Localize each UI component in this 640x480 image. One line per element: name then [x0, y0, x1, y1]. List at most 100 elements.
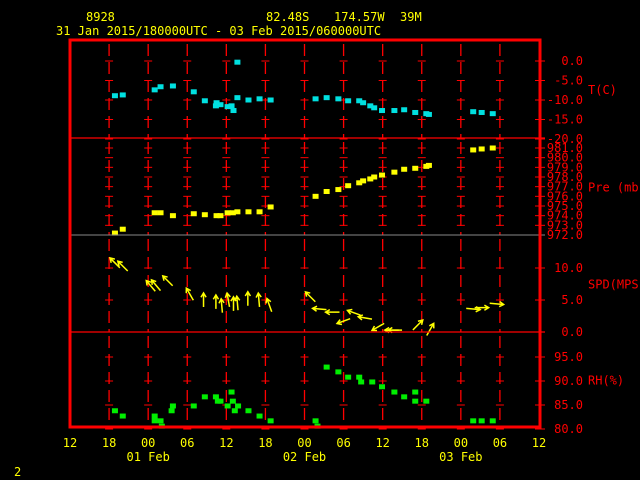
time-period: 31 Jan 2015/180000UTC - 03 Feb 2015/0600…	[56, 24, 381, 38]
humidity-point	[312, 418, 319, 424]
wind-arrow-shaft	[244, 290, 252, 306]
humidity-point	[151, 413, 158, 419]
temperature-point	[478, 109, 485, 115]
y-tick-label: -15.0	[547, 113, 583, 127]
humidity-point	[323, 364, 330, 370]
wind-arrow-shaft	[311, 305, 327, 312]
humidity-point	[201, 394, 208, 400]
wind-arrow	[161, 274, 174, 287]
temperature-point	[256, 96, 263, 102]
y-axis-label-temperature: T(C)	[588, 83, 617, 97]
temperature-point	[412, 109, 419, 115]
wind-arrow-shaft	[116, 260, 129, 272]
humidity-point	[478, 418, 485, 424]
wind-arrow	[426, 322, 435, 336]
wind-arrow	[116, 260, 129, 272]
wind-arrow-shaft	[426, 322, 435, 336]
x-tick-label: 06	[336, 436, 350, 450]
wind-arrow-shaft	[324, 308, 340, 316]
page-number: 2	[14, 465, 21, 479]
station-timeseries-chart: 8928 82.48S 174.57W 39M 31 Jan 2015/1800…	[14, 10, 640, 479]
humidity-point	[470, 418, 477, 424]
temperature-point	[190, 89, 197, 95]
y-tick-label: 0.0	[561, 325, 583, 339]
pressure-point	[224, 210, 231, 216]
humidity-point	[111, 408, 118, 414]
humidity-point	[391, 389, 398, 395]
temperature-point	[201, 98, 208, 104]
temperature-point	[111, 93, 118, 99]
humidity-point	[345, 374, 352, 380]
pressure-point	[425, 162, 432, 168]
x-tick-label: 18	[258, 436, 272, 450]
pressure-point	[169, 213, 176, 219]
pressure-point	[157, 210, 164, 216]
wind-arrow	[200, 291, 207, 307]
x-tick-label: 12	[375, 436, 389, 450]
pressure-point	[345, 183, 352, 189]
temperature-point	[169, 83, 176, 89]
humidity-point	[423, 398, 430, 404]
temperature-point	[267, 97, 274, 103]
x-tick-label: 12	[219, 436, 233, 450]
longitude: 174.57W	[334, 10, 385, 24]
temperature-point	[228, 103, 235, 109]
wind-arrow	[255, 291, 262, 308]
y-axis-label-pressure: Pre (mb)	[588, 181, 640, 195]
wind-arrow-shaft	[265, 297, 273, 312]
temperature-point	[151, 87, 158, 93]
pressure-point	[267, 204, 274, 210]
humidity-point	[168, 408, 175, 414]
x-tick-label: 12	[63, 436, 77, 450]
latitude: 82.48S	[266, 10, 309, 24]
y-tick-label: 85.0	[554, 398, 583, 412]
pressure-point	[371, 174, 378, 180]
temperature-point	[323, 95, 330, 101]
pressure-point	[312, 193, 319, 199]
wind-arrow-shaft	[412, 318, 424, 331]
pressure-point	[412, 165, 419, 171]
pressure-point	[256, 209, 263, 215]
wind-arrow	[356, 314, 373, 321]
temperature-point	[391, 108, 398, 114]
x-date-label: 01 Feb	[126, 450, 169, 464]
wind-arrow	[265, 297, 273, 312]
grid	[105, 44, 504, 430]
humidity-point	[335, 369, 342, 375]
y-axis-label-wind: SPD(MPS)	[588, 278, 640, 292]
y-tick-label: 5.0	[561, 293, 583, 307]
temperature-point	[234, 95, 241, 101]
y-axis-label-humidity: RH(%)	[588, 374, 624, 388]
pressure-point	[201, 212, 208, 218]
wind-arrow-shaft	[255, 291, 262, 308]
humidity-point	[369, 379, 376, 385]
x-tick-label: 18	[102, 436, 116, 450]
wind-arrow	[324, 308, 340, 316]
pressure-point	[401, 166, 408, 172]
temperature-point	[335, 96, 342, 102]
pressure-point	[489, 145, 496, 151]
humidity-point	[229, 398, 236, 404]
wind-arrow-shaft	[233, 294, 241, 311]
humidity-point	[157, 418, 164, 424]
pressure-point	[119, 226, 126, 232]
pressure-point	[391, 169, 398, 175]
x-tick-label: 06	[180, 436, 194, 450]
elevation: 39M	[400, 10, 422, 24]
wind-arrow-shaft	[161, 274, 174, 287]
humidity-point	[256, 413, 263, 419]
humidity-point	[217, 398, 224, 404]
humidity-point	[489, 418, 496, 424]
temperature-point	[401, 107, 408, 113]
temperature-point	[312, 96, 319, 102]
humidity-point	[412, 389, 419, 395]
x-date-label: 03 Feb	[439, 450, 482, 464]
pressure-point	[217, 213, 224, 219]
humidity-point	[235, 403, 242, 409]
humidity-point	[119, 413, 126, 419]
wind-arrow-shaft	[356, 314, 373, 321]
humidity-point	[151, 418, 158, 424]
x-tick-label: 00	[141, 436, 155, 450]
x-tick-label: 12	[532, 436, 546, 450]
humidity-point	[412, 398, 419, 404]
